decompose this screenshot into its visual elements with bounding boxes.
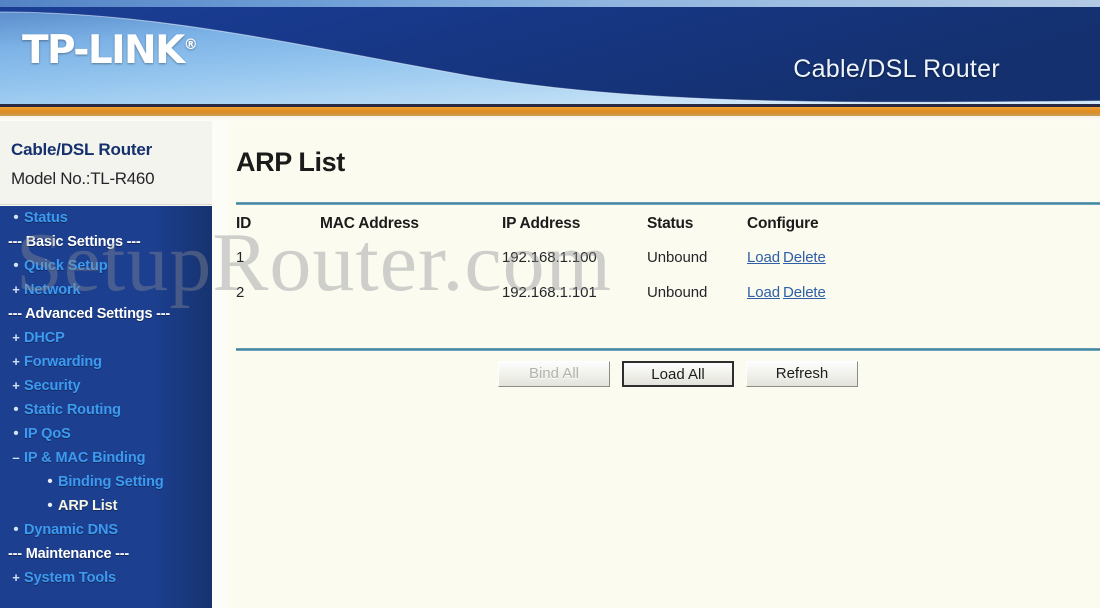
tplink-logo: TP-LINK® bbox=[22, 31, 198, 70]
trademark-symbol: ® bbox=[183, 37, 198, 53]
sidebar-item-status[interactable]: • Status bbox=[0, 206, 212, 230]
minus-icon: – bbox=[12, 450, 20, 465]
plus-icon: + bbox=[12, 282, 20, 297]
sidebar-item-label[interactable]: Network bbox=[24, 282, 81, 298]
sidebar-item-label[interactable]: Quick Setup bbox=[24, 258, 108, 274]
delete-link[interactable]: Delete bbox=[783, 284, 826, 301]
sidebar-item-label[interactable]: ARP List bbox=[58, 498, 117, 514]
refresh-button[interactable]: Refresh bbox=[746, 361, 858, 387]
sidebar-item-arp-list[interactable]: • ARP List bbox=[0, 494, 212, 518]
sidebar-item-network[interactable]: + Network bbox=[0, 278, 212, 302]
table-header-row: ID MAC Address IP Address Status Configure bbox=[236, 215, 887, 249]
column-header-id: ID bbox=[236, 215, 252, 232]
banner-subtitle: Cable/DSL Router bbox=[793, 55, 1000, 83]
sidebar-item-forwarding[interactable]: + Forwarding bbox=[0, 350, 212, 374]
banner-orange-strip bbox=[0, 107, 1100, 116]
table-row: 1 192.168.1.100 Unbound Load Delete bbox=[236, 249, 887, 284]
sidebar-item-quick-setup[interactable]: • Quick Setup bbox=[0, 254, 212, 278]
load-link[interactable]: Load bbox=[747, 249, 780, 266]
bullet-icon: • bbox=[47, 497, 53, 514]
sidebar-item-label[interactable]: Forwarding bbox=[24, 354, 102, 370]
action-button-row: Bind All Load All Refresh bbox=[498, 361, 858, 387]
column-header-status: Status bbox=[647, 215, 694, 232]
load-link[interactable]: Load bbox=[747, 284, 780, 301]
sidebar-device-model: Model No.:TL-R460 bbox=[11, 169, 155, 188]
sidebar-item-label[interactable]: DHCP bbox=[24, 330, 65, 346]
bullet-icon: • bbox=[13, 257, 19, 274]
bind-all-button: Bind All bbox=[498, 361, 610, 387]
load-all-button[interactable]: Load All bbox=[622, 361, 734, 387]
sidebar-section-header: --- Advanced Settings --- bbox=[8, 306, 171, 322]
column-header-ip-address: IP Address bbox=[502, 215, 581, 232]
bullet-icon: • bbox=[13, 521, 19, 538]
bullet-icon: • bbox=[13, 401, 19, 418]
sidebar-item-dynamic-dns[interactable]: • Dynamic DNS bbox=[0, 518, 212, 542]
sidebar-item-binding-setting[interactable]: • Binding Setting bbox=[0, 470, 212, 494]
bullet-icon: • bbox=[47, 473, 53, 490]
column-header-configure: Configure bbox=[747, 215, 819, 232]
main-content: ARP List ID MAC Address IP Address Status Co… bbox=[228, 121, 1100, 608]
sidebar-content-gap bbox=[212, 121, 228, 608]
plus-icon: + bbox=[12, 378, 20, 393]
delete-link[interactable]: Delete bbox=[783, 249, 826, 266]
divider-top bbox=[236, 202, 1100, 205]
divider-bottom bbox=[236, 348, 1100, 351]
plus-icon: + bbox=[12, 354, 20, 369]
sidebar-nav: • Status --- Basic Settings --- • Quick Setu… bbox=[0, 206, 212, 608]
sidebar-device-title: Cable/DSL Router bbox=[11, 140, 153, 159]
sidebar-item-label[interactable]: Static Routing bbox=[24, 402, 121, 418]
cell-id: 2 bbox=[236, 284, 245, 301]
bullet-icon: • bbox=[13, 425, 19, 442]
cell-configure: Load Delete bbox=[747, 249, 887, 284]
sidebar-section-header: --- Basic Settings --- bbox=[8, 234, 141, 250]
bullet-icon: • bbox=[13, 209, 19, 226]
cell-configure: Load Delete bbox=[747, 284, 887, 319]
sidebar-section-header: --- Maintenance --- bbox=[8, 546, 130, 562]
table-row: 2 192.168.1.101 Unbound Load Delete bbox=[236, 284, 887, 319]
tplink-logo-text: TP-LINK bbox=[22, 28, 185, 73]
sidebar-item-security[interactable]: + Security bbox=[0, 374, 212, 398]
sidebar-item-label[interactable]: IP & MAC Binding bbox=[24, 450, 145, 466]
sidebar-item-dhcp[interactable]: + DHCP bbox=[0, 326, 212, 350]
cell-mac-address bbox=[320, 249, 502, 284]
sidebar-item-ip-mac-binding[interactable]: – IP & MAC Binding bbox=[0, 446, 212, 470]
plus-icon: + bbox=[12, 330, 20, 345]
sidebar-item-static-routing[interactable]: • Static Routing bbox=[0, 398, 212, 422]
sidebar: Cable/DSL Router Model No.:TL-R460 • Stat… bbox=[0, 121, 212, 608]
sidebar-item-label[interactable]: IP QoS bbox=[24, 426, 71, 442]
arp-table: ID MAC Address IP Address Status Configure 1… bbox=[236, 215, 887, 319]
cell-status: Unbound bbox=[647, 284, 708, 301]
sidebar-item-label[interactable]: System Tools bbox=[24, 570, 116, 586]
sidebar-item-label[interactable]: Security bbox=[24, 378, 81, 394]
page-title: ARP List bbox=[236, 147, 345, 177]
cell-status: Unbound bbox=[647, 249, 708, 266]
cell-ip-address: 192.168.1.100 bbox=[502, 249, 597, 266]
column-header-mac-address: MAC Address bbox=[320, 215, 419, 232]
cell-id: 1 bbox=[236, 249, 245, 266]
router-admin-page: TP-LINK® Cable/DSL Router Cable/DSL Rout… bbox=[0, 0, 1100, 608]
header-banner: TP-LINK® Cable/DSL Router bbox=[0, 0, 1100, 104]
sidebar-header: Cable/DSL Router Model No.:TL-R460 bbox=[0, 121, 212, 205]
cell-ip-address: 192.168.1.101 bbox=[502, 284, 597, 301]
sidebar-item-ip-qos[interactable]: • IP QoS bbox=[0, 422, 212, 446]
plus-icon: + bbox=[12, 570, 20, 585]
sidebar-item-system-tools[interactable]: + System Tools bbox=[0, 566, 212, 590]
sidebar-item-label[interactable]: Status bbox=[24, 210, 68, 226]
sidebar-item-label[interactable]: Dynamic DNS bbox=[24, 522, 118, 538]
cell-mac-address bbox=[320, 284, 502, 319]
sidebar-item-label[interactable]: Binding Setting bbox=[58, 474, 164, 490]
